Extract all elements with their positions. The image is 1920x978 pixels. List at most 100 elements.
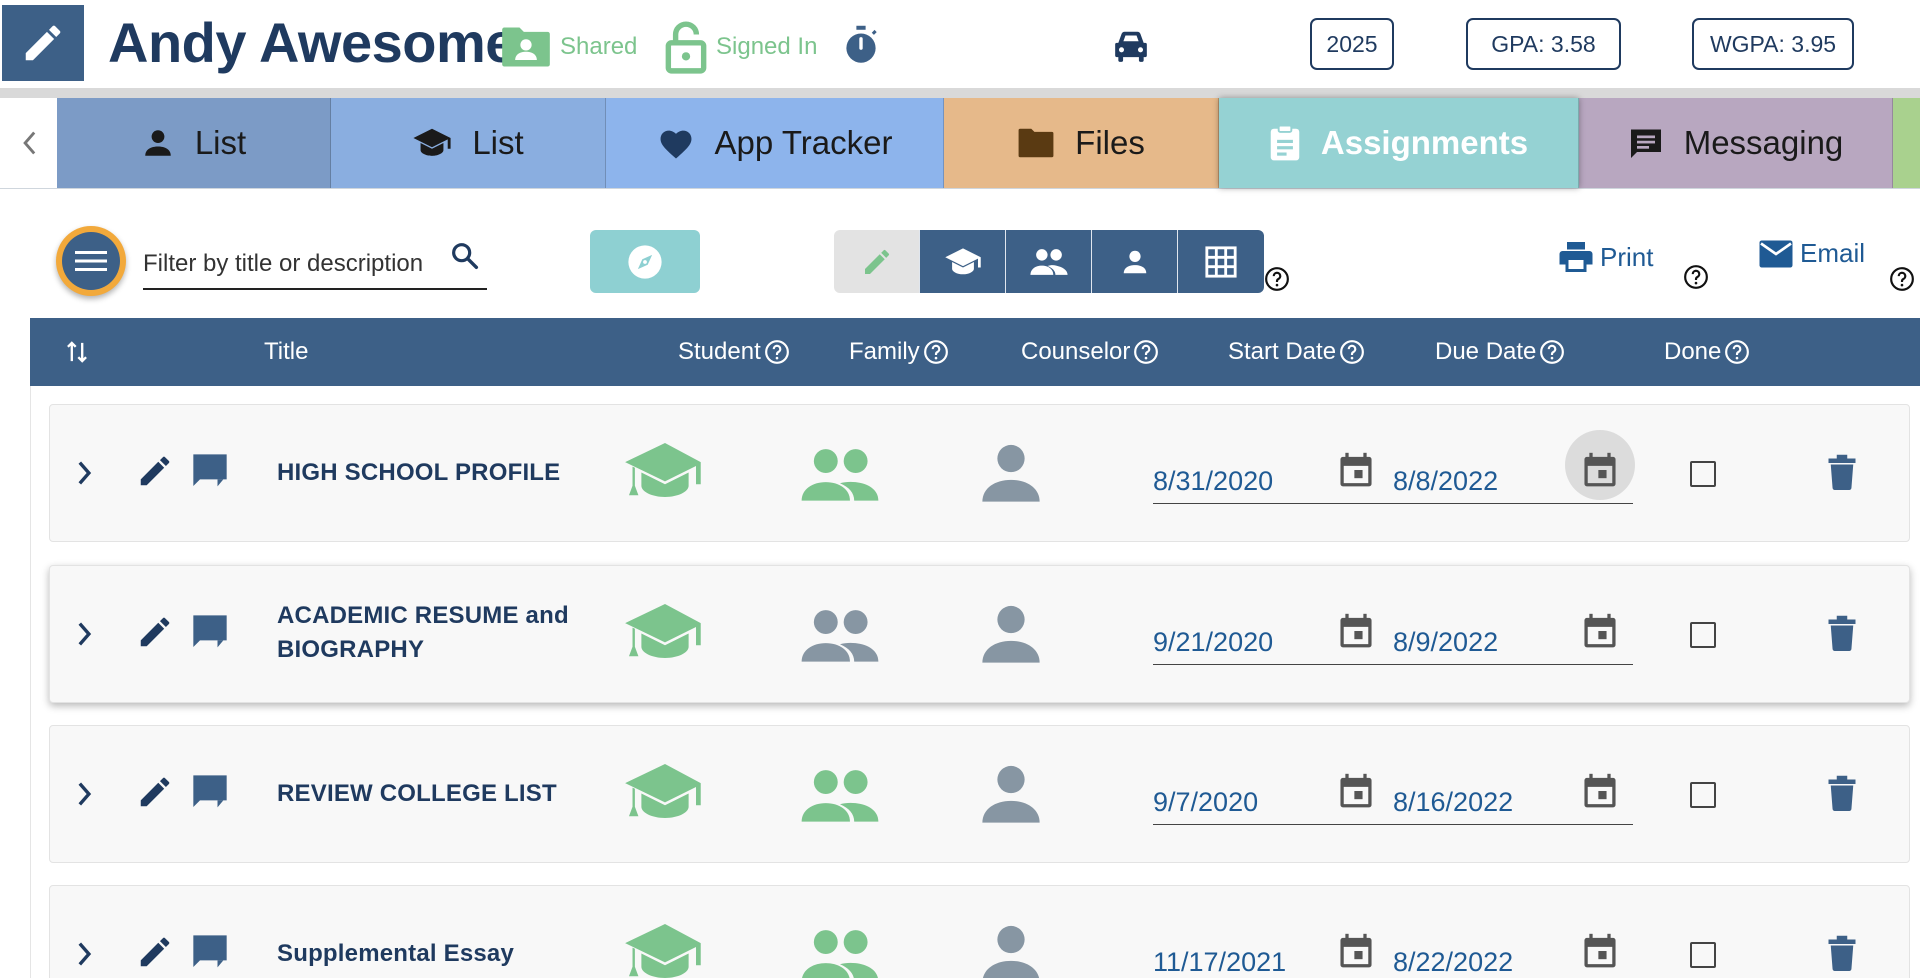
column-family[interactable]: Family [849, 318, 949, 386]
edit-assignment-button[interactable] [136, 933, 174, 971]
assignment-title[interactable]: ACADEMIC RESUME and BIOGRAPHY [277, 599, 607, 667]
delete-button[interactable] [1827, 775, 1857, 811]
view-family-button[interactable] [1006, 230, 1092, 293]
column-counselor[interactable]: Counselor [1021, 318, 1159, 386]
comments-button[interactable] [190, 772, 230, 812]
done-checkbox[interactable] [1690, 461, 1716, 487]
grad-year-badge[interactable]: 2025 [1310, 18, 1394, 70]
comments-button[interactable] [190, 612, 230, 652]
comments-button[interactable] [190, 451, 230, 491]
delete-button[interactable] [1827, 454, 1857, 490]
shared-status[interactable]: Shared [500, 22, 637, 72]
wgpa-badge[interactable]: WGPA: 3.95 [1692, 18, 1854, 70]
table-row[interactable]: ACADEMIC RESUME and BIOGRAPHY 9/21/2020 … [49, 565, 1910, 703]
family-status-icon[interactable] [800, 609, 880, 663]
email-help-icon[interactable] [1889, 266, 1915, 292]
delete-button[interactable] [1827, 935, 1857, 971]
email-button[interactable]: Email [1758, 238, 1865, 269]
column-done[interactable]: Done [1664, 318, 1750, 386]
table-row[interactable]: Supplemental Essay 11/17/2021 8/22/2022 [49, 885, 1910, 978]
expand-row-button[interactable] [76, 941, 94, 967]
counselor-status-icon[interactable] [981, 765, 1041, 823]
filter-input[interactable] [143, 246, 443, 282]
assignment-title[interactable]: Supplemental Essay [277, 937, 607, 971]
print-help-icon[interactable] [1683, 264, 1709, 290]
assignment-title[interactable]: HIGH SCHOOL PROFILE [277, 456, 607, 490]
edit-assignment-button[interactable] [136, 613, 174, 651]
tab-messaging[interactable]: Messaging [1579, 98, 1893, 188]
tab-college-list[interactable]: List [331, 98, 606, 188]
student-status-icon[interactable] [623, 761, 707, 823]
counselor-status-icon[interactable] [981, 444, 1041, 502]
calendar-icon[interactable] [1583, 613, 1617, 654]
expand-row-button[interactable] [76, 621, 94, 647]
start-date-field[interactable]: 9/21/2020 [1153, 613, 1393, 665]
tabs-scroll-left-button[interactable] [0, 98, 57, 188]
view-counselor-button[interactable] [1092, 230, 1178, 293]
start-date-field[interactable]: 9/7/2020 [1153, 773, 1393, 825]
tab-app-tracker[interactable]: App Tracker [606, 98, 944, 188]
comments-button[interactable] [190, 932, 230, 972]
expand-row-button[interactable] [76, 460, 94, 486]
help-icon[interactable] [923, 339, 949, 365]
due-date-field[interactable]: 8/16/2022 [1393, 773, 1633, 825]
column-student[interactable]: Student [678, 318, 790, 386]
expand-row-button[interactable] [76, 781, 94, 807]
delete-button[interactable] [1827, 615, 1857, 651]
menu-button[interactable] [56, 226, 126, 296]
help-icon[interactable] [1539, 339, 1565, 365]
edit-assignment-button[interactable] [136, 452, 174, 490]
counselor-status-icon[interactable] [981, 925, 1041, 978]
help-icon[interactable] [1133, 339, 1159, 365]
calendar-icon[interactable] [1339, 613, 1373, 654]
car-button[interactable] [1112, 30, 1150, 67]
edit-profile-button[interactable] [2, 5, 84, 81]
print-button[interactable]: Print [1558, 240, 1653, 274]
help-icon[interactable] [1339, 339, 1365, 365]
start-date-field[interactable]: 11/17/2021 [1153, 933, 1393, 978]
tab-assignments[interactable]: Assignments [1219, 98, 1579, 188]
column-start-date[interactable]: Start Date [1228, 318, 1365, 386]
column-due-date[interactable]: Due Date [1435, 318, 1565, 386]
student-status-icon[interactable] [623, 921, 707, 978]
start-date-field[interactable]: 8/31/2020 [1153, 452, 1393, 504]
calendar-icon[interactable] [1583, 452, 1617, 493]
due-date-field[interactable]: 8/9/2022 [1393, 613, 1633, 665]
explore-button[interactable] [590, 230, 700, 293]
view-help-icon[interactable] [1264, 266, 1290, 292]
calendar-icon[interactable] [1583, 773, 1617, 814]
student-status-icon[interactable] [623, 601, 707, 663]
view-student-button[interactable] [920, 230, 1006, 293]
due-date-field[interactable]: 8/22/2022 [1393, 933, 1633, 978]
edit-assignment-button[interactable] [136, 773, 174, 811]
help-icon[interactable] [764, 339, 790, 365]
counselor-status-icon[interactable] [981, 605, 1041, 663]
done-checkbox[interactable] [1690, 622, 1716, 648]
start-date-value: 9/7/2020 [1153, 787, 1259, 817]
family-status-icon[interactable] [800, 769, 880, 823]
tab-overflow[interactable] [1893, 98, 1920, 188]
due-date-field[interactable]: 8/8/2022 [1393, 452, 1633, 504]
family-status-icon[interactable] [800, 929, 880, 978]
table-row[interactable]: HIGH SCHOOL PROFILE 8/31/2020 8/8/2022 [49, 404, 1910, 542]
student-status-icon[interactable] [623, 440, 707, 502]
signed-in-status[interactable]: Signed In [664, 21, 817, 74]
family-status-icon[interactable] [800, 448, 880, 502]
calendar-icon[interactable] [1339, 933, 1373, 974]
view-grid-button[interactable] [1178, 230, 1264, 293]
view-all-button[interactable] [834, 230, 920, 293]
sort-button[interactable] [66, 318, 88, 386]
calendar-icon[interactable] [1339, 452, 1373, 493]
stopwatch-button[interactable] [842, 25, 880, 70]
column-title[interactable]: Title [264, 318, 308, 386]
done-checkbox[interactable] [1690, 942, 1716, 968]
table-row[interactable]: REVIEW COLLEGE LIST 9/7/2020 8/16/2022 [49, 725, 1910, 863]
calendar-icon[interactable] [1583, 933, 1617, 974]
help-icon[interactable] [1724, 339, 1750, 365]
tab-student-list[interactable]: List [57, 98, 331, 188]
gpa-badge[interactable]: GPA: 3.58 [1466, 18, 1621, 70]
tab-files[interactable]: Files [944, 98, 1219, 188]
assignment-title[interactable]: REVIEW COLLEGE LIST [277, 777, 607, 811]
done-checkbox[interactable] [1690, 782, 1716, 808]
calendar-icon[interactable] [1339, 773, 1373, 814]
